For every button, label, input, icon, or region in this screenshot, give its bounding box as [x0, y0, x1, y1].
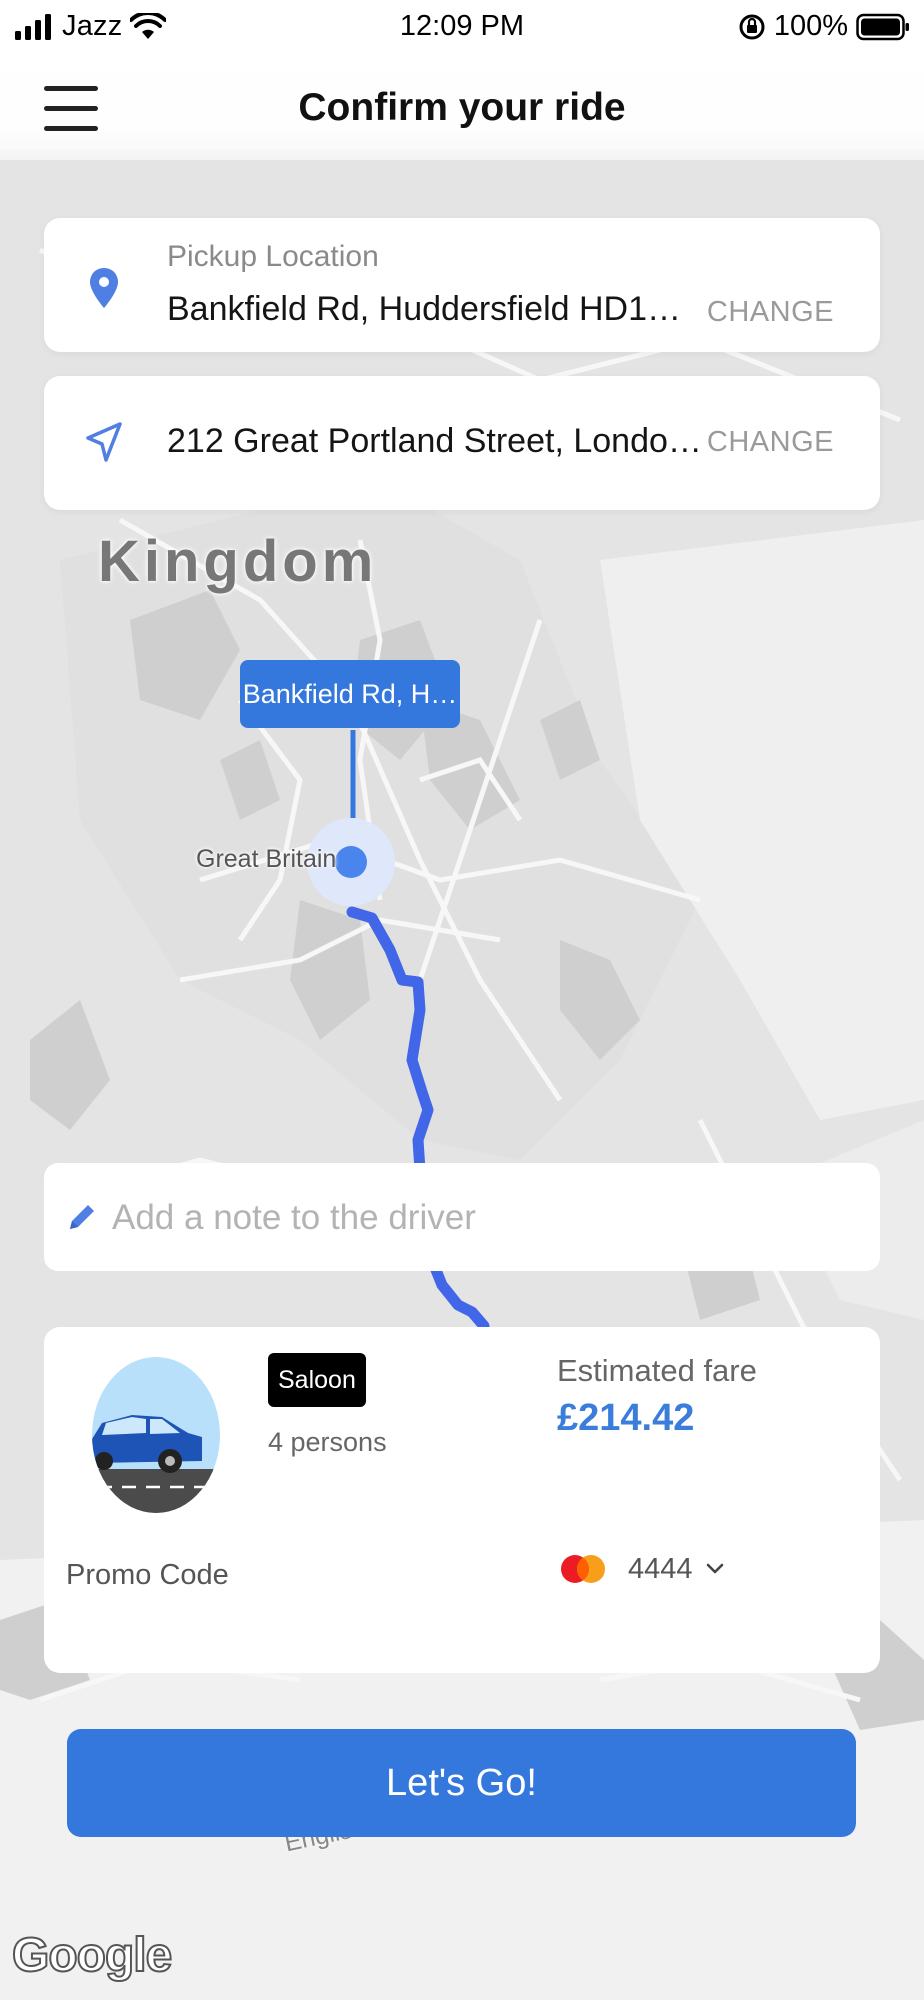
map-place-label: Great Britain	[196, 845, 337, 873]
fare-label: Estimated fare	[557, 1353, 757, 1388]
mastercard-icon	[561, 1555, 605, 1583]
battery-icon	[856, 13, 909, 40]
ride-summary-card: Saloon 4 persons Estimated fare £214.42 …	[44, 1327, 880, 1673]
map-region-label: Kingdom	[98, 529, 378, 594]
driver-note-field[interactable]	[44, 1163, 880, 1271]
payment-method-select[interactable]: 4444	[558, 1551, 725, 1587]
app-header: Confirm your ride	[0, 56, 924, 160]
card-last-digits: 4444	[628, 1552, 693, 1585]
promo-code-button[interactable]: Promo Code	[66, 1559, 229, 1592]
google-logo: Google	[11, 1928, 173, 1983]
orientation-lock-icon	[739, 14, 765, 39]
change-pickup-button[interactable]: CHANGE	[707, 296, 834, 329]
pickup-pin-tooltip[interactable]: Bankfield Rd, H…	[240, 660, 460, 728]
car-icon	[92, 1357, 220, 1513]
navigation-arrow-icon	[86, 422, 122, 462]
status-bar: Jazz 12:09 PM 100%	[0, 0, 924, 56]
pickup-address[interactable]: Bankfield Rd, Huddersfield HD1…	[167, 290, 707, 329]
chevron-down-icon	[706, 1563, 723, 1574]
lets-go-button[interactable]: Let's Go!	[67, 1729, 856, 1837]
destination-card[interactable]: 212 Great Portland Street, London… CHANG…	[44, 376, 880, 510]
status-right: 100%	[738, 10, 910, 43]
fare-value: £214.42	[557, 1397, 695, 1439]
vehicle-type-badge: Saloon	[268, 1353, 366, 1407]
pickup-pin-dot[interactable]	[335, 846, 367, 878]
battery-percent: 100%	[773, 10, 848, 42]
driver-note-input[interactable]	[110, 1181, 854, 1255]
pickup-label: Pickup Location	[167, 240, 379, 273]
vehicle-capacity: 4 persons	[268, 1427, 387, 1457]
change-destination-button[interactable]: CHANGE	[707, 426, 834, 459]
screen: Kingdom Bankfield Rd, H… Great Britain E…	[0, 0, 924, 2000]
pickup-location-card[interactable]: Pickup Location Bankfield Rd, Huddersfie…	[44, 218, 880, 352]
pencil-icon	[70, 1205, 94, 1229]
location-pin-icon	[90, 268, 118, 308]
page-title: Confirm your ride	[298, 86, 626, 129]
destination-address[interactable]: 212 Great Portland Street, London…	[167, 422, 707, 461]
